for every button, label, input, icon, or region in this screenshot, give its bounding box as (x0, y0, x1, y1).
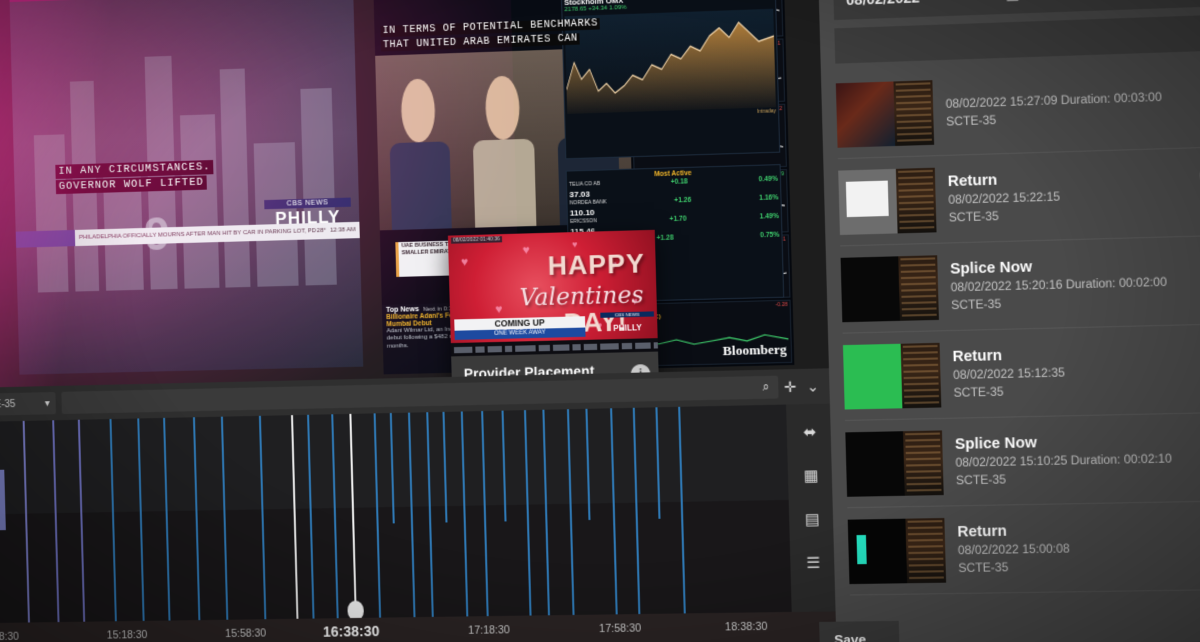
list-item-detail: 08/02/2022 15:12:35 (952, 367, 1066, 383)
table-view-icon[interactable]: ▤ (804, 510, 820, 529)
list-item-detail: 08/02/2022 15:27:09 Duration: 00:03:00 (945, 91, 1162, 112)
application-window: CBS NEWS PHILLY ▤ ✕ (0, 0, 1200, 642)
list-item[interactable]: Return 08/02/2022 15:12:35 SCTE-35 i ⧉ (842, 324, 1200, 421)
timeline-secondary-track (0, 499, 838, 624)
grid-view-icon[interactable]: ▦ (803, 466, 818, 485)
search-icon: ⌕ (762, 378, 770, 394)
list-item-thumbnail[interactable] (835, 79, 935, 148)
chevron-down-icon: ▾ (44, 397, 50, 409)
lower-third-text: PHILADELPHIA OFFICIALLY MOURNS AFTER MAN… (78, 228, 317, 242)
lower-third-clock: 12:38 AM (329, 227, 356, 235)
ma-pct: 1.16% (759, 194, 779, 203)
list-item-title: Return (947, 172, 998, 191)
list-item-type: SCTE-35 (951, 298, 1002, 313)
ruler-tick: 17:18:30 (468, 624, 511, 637)
calendar-icon[interactable]: ▦ (993, 0, 1032, 3)
ma-pct: 0.75% (760, 231, 780, 240)
timeline-filter-select[interactable]: SCTE-35 ▾ (0, 391, 56, 417)
list-item-thumbnail[interactable] (845, 429, 944, 497)
balloon-text-1: HAPPY (547, 247, 646, 281)
ruler-tick: 14:38:30 (0, 630, 20, 642)
timeline-panel: SCTE-35 ▾ ⌕ ✛ ⌄ 14:38:30 15:18:30 15:58:… (0, 368, 841, 642)
video-window-left[interactable]: CBS NEWS PHILLY ▤ ✕ (8, 0, 364, 375)
ma-pct: 1.49% (759, 213, 779, 221)
list-item-type: SCTE-35 (958, 561, 1009, 576)
dpi-search-input[interactable]: ⌕ (834, 14, 1200, 64)
list-item-type: SCTE-35 (948, 210, 999, 225)
ma-pct: 0.49% (758, 175, 778, 184)
timeline-filter-value: SCTE-35 (0, 398, 16, 411)
popup-network-line1: CBS NEWS (600, 311, 654, 318)
video-window-left-body[interactable]: IN ANY CIRCUMSTANCES. GOVERNOR WOLF LIFT… (9, 0, 364, 375)
ma-price: 110.10 (569, 208, 595, 218)
list-item[interactable]: Splice Now 08/02/2022 15:10:25 Duration:… (845, 412, 1200, 509)
list-item-title: Return (952, 347, 1003, 366)
quote-cell: VIX (C) -0.28 22.91 Bloomberg (637, 299, 793, 367)
lower-third-temp: 28° (316, 228, 327, 235)
list-item-title: Return (957, 523, 1008, 541)
broadcast-brand: Bloomberg (722, 341, 787, 359)
popup-network-bug: CBS NEWS PHILLY (600, 311, 654, 336)
ma-name: ERICSSON (570, 218, 598, 226)
plus-icon[interactable]: ✛ (784, 378, 797, 396)
list-item-type: SCTE-35 (955, 474, 1007, 488)
ma-change: +1.26 (674, 196, 692, 205)
list-item-detail: 08/02/2022 15:20:16 Duration: 00:02:00 (950, 276, 1168, 295)
popup-network-line2: PHILLY (613, 323, 642, 334)
list-item-detail: 08/02/2022 15:22:15 (948, 191, 1061, 207)
timeline-selected-block[interactable] (0, 469, 6, 531)
list-item[interactable]: Return 08/02/2022 15:00:08 SCTE-35 i ⧉ (847, 501, 1200, 596)
ruler-tick: 17:58:30 (598, 622, 642, 636)
popup-thumbnail[interactable]: ♥ ♥ ♥ ♥ ♥ ♥ ♥ HAPPY Valentines DAY! 08/0… (447, 229, 659, 357)
list-item-thumbnail[interactable] (842, 342, 942, 410)
popup-thumb-timecode: 08/02/2022 01:40:36 (451, 236, 502, 244)
ma-name: TELIA CO AB (569, 181, 601, 189)
dpi-panel: DPI ⟳ 08/02/2022 ▦ SCTE-35 ▼ ⌕ (816, 0, 1200, 642)
ruler-tick: 18:38:30 (724, 620, 768, 634)
ma-change: +1.70 (669, 215, 687, 224)
save-button[interactable]: Save (819, 620, 900, 642)
list-item-type: SCTE-35 (946, 114, 997, 129)
list-item-title: Splice Now (949, 258, 1033, 278)
list-item-thumbnail[interactable] (838, 167, 937, 235)
dpi-event-list[interactable]: 08/02/2022 15:27:09 Duration: 00:03:00 S… (835, 58, 1200, 596)
list-item-detail: 08/02/2022 15:00:08 (957, 543, 1070, 558)
dpi-date-value[interactable]: 08/02/2022 (846, 0, 994, 8)
ruler-tick: 15:58:30 (225, 627, 267, 641)
fit-width-icon[interactable]: ⬌ (803, 423, 817, 442)
ma-change: +1.28 (656, 234, 674, 243)
app-screenshot: CBS NEWS PHILLY ▤ ✕ (0, 0, 1200, 642)
list-item[interactable]: 08/02/2022 15:27:09 Duration: 00:03:00 S… (835, 58, 1200, 160)
ma-name: NORDEA BANK (569, 199, 607, 207)
timeline-toolbar-buttons: ✛ ⌄ (784, 377, 824, 396)
ma-change: +0.18 (670, 178, 688, 187)
dpi-footer: Save 1 - 50 of 100 (819, 603, 1200, 642)
list-item[interactable]: Splice Now 08/02/2022 15:20:16 Duration:… (840, 235, 1200, 334)
coming-up-banner: COMING UP ONE WEEK AWAY (454, 316, 586, 340)
broadcast-caption: IN ANY CIRCUMSTANCES. GOVERNOR WOLF LIFT… (55, 159, 214, 195)
list-item-type: SCTE-35 (953, 386, 1004, 400)
list-item-thumbnail[interactable] (847, 517, 947, 584)
playhead-time-label: 16:38:30 (322, 622, 380, 640)
timeline-track-area[interactable] (0, 403, 838, 624)
list-item-detail: 08/02/2022 15:10:25 Duration: 00:02:10 (955, 453, 1172, 470)
list-item[interactable]: Return 08/02/2022 15:22:15 SCTE-35 i ⧉ (837, 147, 1200, 247)
list-item-thumbnail[interactable] (840, 254, 939, 322)
chevron-down-icon[interactable]: ⌄ (806, 377, 819, 395)
lower-third-tag (15, 230, 76, 248)
list-item-title: Splice Now (954, 434, 1038, 454)
dpi-type-value[interactable]: SCTE-35 (1031, 0, 1196, 1)
ruler-tick: 15:18:30 (106, 628, 148, 642)
quote-change: -0.28 (775, 301, 788, 309)
layers-icon[interactable]: ☰ (806, 553, 821, 572)
